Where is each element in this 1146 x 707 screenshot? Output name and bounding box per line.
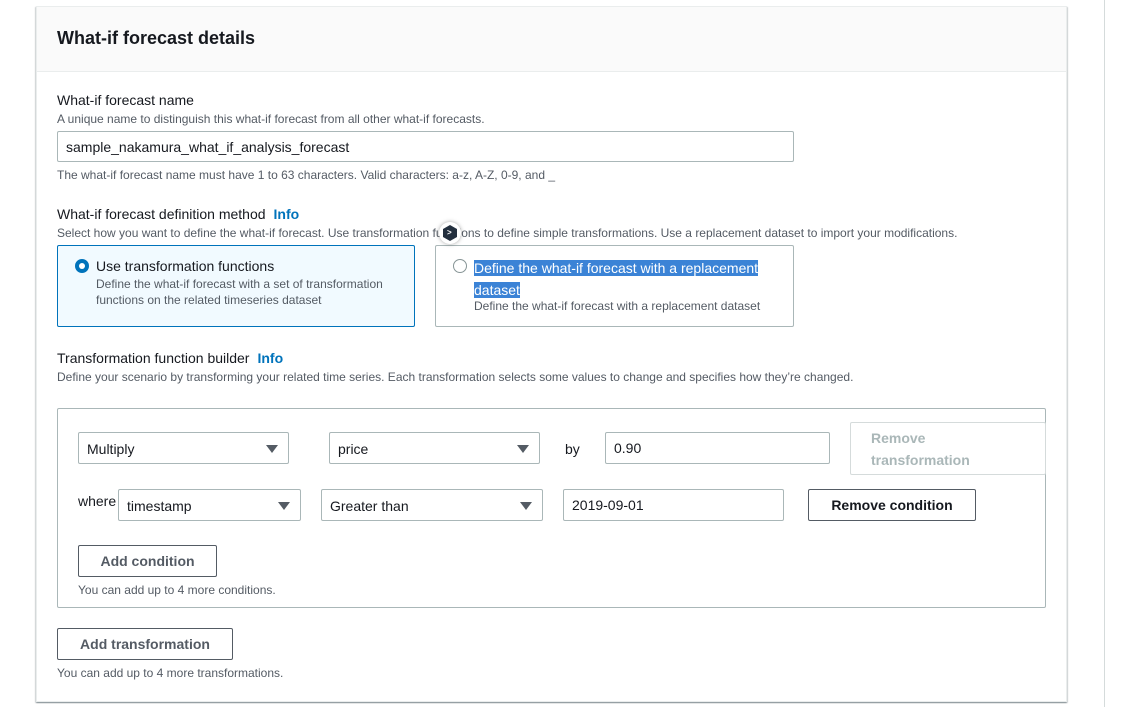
right-margin bbox=[1105, 0, 1146, 707]
remove-transformation-label-1: Remove bbox=[871, 430, 926, 446]
multiplier-value-input[interactable] bbox=[605, 432, 830, 464]
builder-heading: Transformation function builder Info bbox=[57, 350, 283, 368]
definition-method-info-link[interactable]: Info bbox=[274, 206, 300, 222]
transformations-hint: You can add up to 4 more transformations… bbox=[57, 666, 284, 680]
chevron-down-icon bbox=[517, 445, 529, 453]
forecast-name-label: What-if forecast name bbox=[57, 92, 194, 108]
definition-method-description: Select how you want to define the what-i… bbox=[57, 226, 958, 240]
cursor-badge-glyph: > bbox=[447, 228, 452, 237]
forecast-name-constraint: The what-if forecast name must have 1 to… bbox=[57, 168, 556, 182]
by-label: by bbox=[565, 441, 580, 457]
operation-select-value: Multiply bbox=[87, 441, 135, 457]
forecast-details-container: What-if forecast details What-if forecas… bbox=[36, 6, 1067, 702]
chevron-down-icon bbox=[520, 502, 532, 510]
add-transformation-button[interactable]: Add transformation bbox=[57, 628, 233, 660]
attribute-select-value: price bbox=[338, 441, 369, 457]
option-replacement-title: Define the what-if forecast with a repla… bbox=[474, 257, 759, 301]
container-header: What-if forecast details bbox=[37, 7, 1066, 72]
radio-transformation-functions[interactable] bbox=[75, 259, 89, 273]
option-transformation-desc-2: functions on the related timeseries data… bbox=[96, 293, 322, 307]
option-transformation-title: Use transformation functions bbox=[96, 258, 275, 274]
condition-operator-value: Greater than bbox=[330, 498, 409, 514]
option-replacement-desc: Define the what-if forecast with a repla… bbox=[474, 299, 761, 313]
option-transformation-functions[interactable]: Use transformation functions Define the … bbox=[57, 245, 415, 327]
builder-label: Transformation function builder bbox=[57, 350, 250, 366]
remove-condition-button[interactable]: Remove condition bbox=[808, 489, 976, 521]
definition-method-label: What-if forecast definition method bbox=[57, 206, 266, 222]
forecast-name-input[interactable] bbox=[57, 131, 794, 162]
option-replacement-title-2: dataset bbox=[474, 282, 520, 298]
conditions-hint: You can add up to 4 more conditions. bbox=[78, 583, 276, 597]
forecast-name-description: A unique name to distinguish this what-i… bbox=[57, 112, 485, 126]
condition-attribute-select[interactable]: timestamp bbox=[118, 489, 301, 521]
remove-transformation-label-2: transformation bbox=[871, 452, 970, 468]
attribute-select[interactable]: price bbox=[329, 432, 540, 464]
where-label: where bbox=[78, 493, 117, 509]
option-transformation-desc-1: Define the what-if forecast with a set o… bbox=[96, 277, 383, 291]
chevron-down-icon bbox=[278, 502, 290, 510]
remove-transformation-button[interactable]: Remove transformation bbox=[850, 422, 1046, 475]
radio-replacement-dataset[interactable] bbox=[453, 259, 467, 273]
definition-method-heading: What-if forecast definition method Info bbox=[57, 206, 299, 224]
condition-operator-select[interactable]: Greater than bbox=[321, 489, 543, 521]
condition-attribute-value: timestamp bbox=[127, 498, 192, 514]
add-condition-button[interactable]: Add condition bbox=[78, 545, 217, 577]
option-replacement-title-1: Define the what-if forecast with a repla… bbox=[474, 260, 759, 276]
operation-select[interactable]: Multiply bbox=[78, 432, 289, 464]
chevron-down-icon bbox=[266, 445, 278, 453]
page-title: What-if forecast details bbox=[57, 28, 256, 48]
option-replacement-dataset[interactable]: Define the what-if forecast with a repla… bbox=[435, 245, 794, 327]
builder-info-link[interactable]: Info bbox=[257, 350, 283, 366]
builder-description: Define your scenario by transforming you… bbox=[57, 370, 854, 384]
screen-reader-cursor-icon: > bbox=[439, 222, 461, 244]
transformation-box: Multiply price by Remove transformation … bbox=[57, 408, 1046, 608]
condition-value-input[interactable] bbox=[563, 489, 784, 521]
